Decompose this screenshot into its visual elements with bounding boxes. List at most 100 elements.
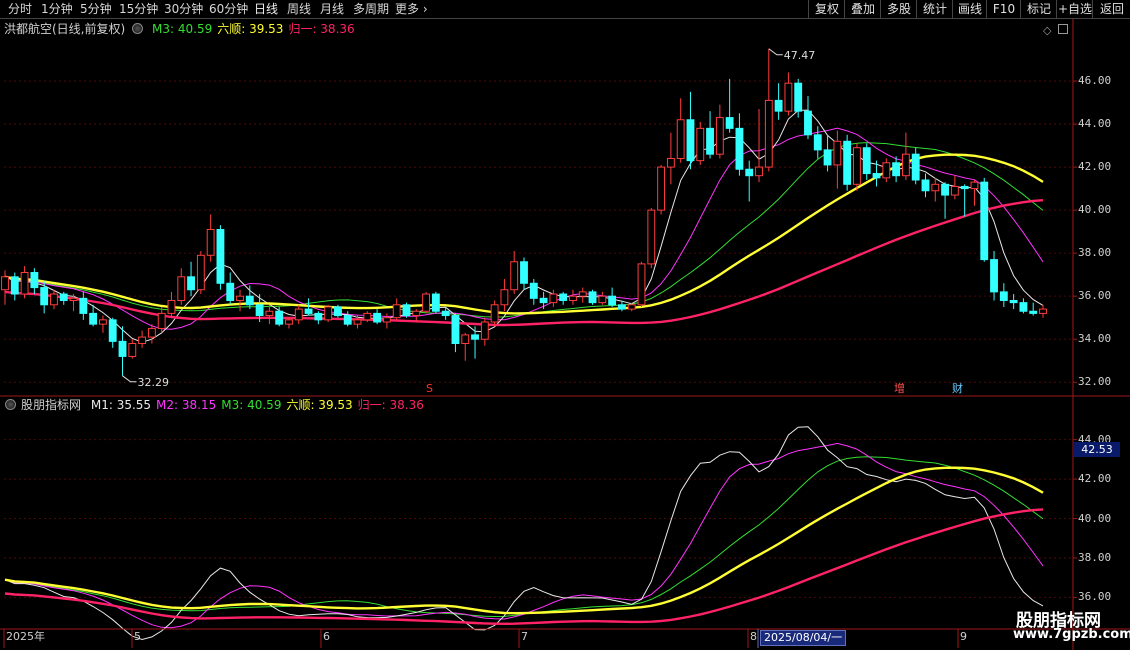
candle-body xyxy=(657,166,666,211)
candle-body xyxy=(950,185,959,196)
candle-body xyxy=(529,282,538,299)
candle-body xyxy=(451,315,460,345)
diamond-icon[interactable]: ◇ xyxy=(1043,24,1051,37)
candle-body xyxy=(255,304,264,317)
candle-body xyxy=(147,327,156,338)
candle-body xyxy=(157,312,166,329)
stock-title[interactable]: 洪都航空(日线,前复权) xyxy=(4,22,125,36)
candle-body xyxy=(520,261,528,284)
candle-body xyxy=(853,147,861,185)
candle-body xyxy=(461,334,470,345)
candle-body xyxy=(755,166,763,177)
candle-body xyxy=(382,317,391,323)
price-marker-line xyxy=(122,375,137,383)
candle-body xyxy=(637,263,646,306)
candle-body xyxy=(911,153,920,181)
candle-body xyxy=(872,173,881,179)
candle-body xyxy=(265,310,274,317)
candle-body xyxy=(138,336,147,345)
indicator-line xyxy=(4,442,1044,629)
legend-item: M1: 35.55 xyxy=(90,398,152,412)
y-tick-label: 42.00 xyxy=(1078,472,1112,486)
x-tick-label: 7 xyxy=(521,630,528,643)
candle-body xyxy=(10,276,19,295)
candle-body xyxy=(598,295,607,304)
candle-body xyxy=(833,140,842,166)
y-tick-label: 36.00 xyxy=(1078,590,1112,604)
candle-body xyxy=(539,297,548,304)
candle-body xyxy=(187,276,195,291)
candle-body xyxy=(50,293,58,306)
candle-body xyxy=(177,276,186,301)
candle-body xyxy=(804,110,812,136)
candle-body xyxy=(373,312,382,323)
candle-body xyxy=(774,99,783,112)
y-tick-label: 40.00 xyxy=(1078,203,1112,217)
candle-body xyxy=(931,183,940,192)
candle-body xyxy=(941,183,950,196)
candle-body xyxy=(1,276,9,291)
candle-body xyxy=(334,306,342,317)
candle-body xyxy=(304,308,313,314)
square-icon[interactable] xyxy=(1058,24,1068,34)
candle-body xyxy=(285,319,293,325)
candle-body xyxy=(725,117,734,129)
settings-icon[interactable] xyxy=(132,23,144,34)
candle-body xyxy=(431,293,440,312)
candle-body xyxy=(627,304,636,310)
legend-item: 六顺: 39.53 xyxy=(217,22,284,36)
x-tick-label: 2025年 xyxy=(6,630,45,643)
indicator-line xyxy=(4,426,1044,641)
legend-item: 归一: 38.36 xyxy=(357,398,424,412)
legend-item: 归一: 38.36 xyxy=(288,22,355,36)
indicator-line xyxy=(4,456,1044,618)
candle-body xyxy=(843,140,852,185)
candle-body xyxy=(30,272,39,289)
candle-body xyxy=(686,119,695,162)
candle-body xyxy=(480,321,489,340)
main-indicator-lines xyxy=(4,109,1044,343)
event-marker: 增 xyxy=(894,381,905,395)
settings-icon[interactable] xyxy=(5,399,16,410)
candle-body xyxy=(1019,302,1028,312)
indicator-title[interactable]: 股朋指标网 xyxy=(21,398,81,412)
candle-body xyxy=(696,127,705,162)
x-tick-label: 5 xyxy=(134,630,141,643)
candle-body xyxy=(901,153,910,177)
candle-body xyxy=(118,340,127,357)
candle-body xyxy=(392,304,401,319)
candle-body xyxy=(98,319,107,325)
candle-body xyxy=(490,304,499,323)
candle-body xyxy=(617,304,626,310)
sub-legend: 股朋指标网 M1: 35.55 M2: 38.15 M3: 40.59 六顺: 39.… xyxy=(4,397,434,413)
y-tick-label: 46.00 xyxy=(1078,74,1112,88)
candle-body xyxy=(1029,310,1038,314)
candle-body xyxy=(128,343,137,357)
candle-body xyxy=(578,291,587,297)
candle-body xyxy=(764,99,773,168)
candle-body xyxy=(813,134,822,151)
candle-body xyxy=(363,312,372,321)
candle-body xyxy=(275,310,284,325)
candle-body xyxy=(823,149,832,166)
candle-body xyxy=(402,304,411,317)
candle-body xyxy=(569,295,577,301)
price-marker-label: 32.29 xyxy=(138,376,170,389)
y-tick-label: 32.00 xyxy=(1078,375,1112,389)
legend-item: 六顺: 39.53 xyxy=(286,398,353,412)
candle-body xyxy=(1039,308,1047,314)
event-marker: 财 xyxy=(952,381,963,395)
sub-indicator-lines xyxy=(4,426,1044,641)
candle-body xyxy=(892,162,901,177)
candle-body xyxy=(676,119,685,159)
candle-body xyxy=(245,295,254,306)
candlesticks: 47.47 32.29 S 增 财 xyxy=(1,48,1047,395)
x-tick-label: 9 xyxy=(960,630,967,643)
indicator-line xyxy=(4,109,1044,343)
candle-body xyxy=(608,295,617,306)
candle-body xyxy=(549,293,558,304)
candle-body xyxy=(89,312,98,325)
event-marker: S xyxy=(426,382,433,395)
candle-body xyxy=(196,254,205,291)
candle-body xyxy=(20,272,29,295)
